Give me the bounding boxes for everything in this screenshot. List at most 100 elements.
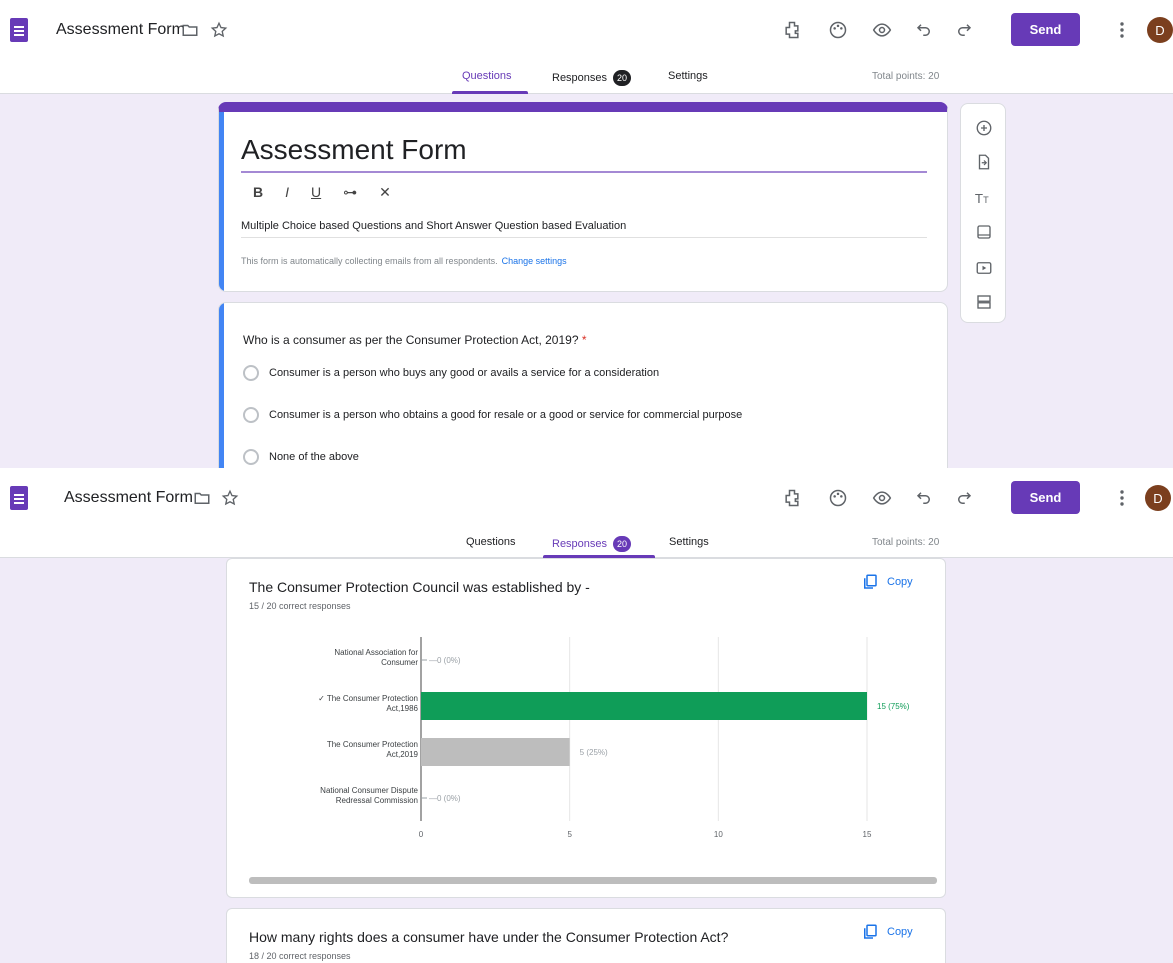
form-description[interactable]: Multiple Choice based Questions and Shor… — [241, 220, 626, 232]
account-avatar[interactable]: D — [1145, 485, 1171, 511]
add-question-icon[interactable] — [961, 114, 1007, 142]
import-questions-icon[interactable] — [961, 148, 1007, 176]
copy-label: Copy — [887, 926, 913, 938]
redo-icon[interactable] — [952, 486, 976, 510]
category-label: Consumer — [381, 658, 418, 667]
italic-button[interactable]: I — [285, 184, 289, 201]
svg-text:T: T — [975, 191, 983, 206]
data-label: 5 (25%) — [580, 748, 608, 757]
form-title[interactable]: Assessment Form — [56, 21, 185, 39]
copy-icon — [864, 924, 877, 939]
add-section-icon[interactable] — [961, 288, 1007, 316]
data-label: —0 (0%) — [429, 656, 461, 665]
option-label: Consumer is a person who buys any good o… — [269, 367, 660, 379]
forms-app-icon[interactable] — [10, 18, 28, 42]
folder-icon[interactable] — [178, 18, 202, 42]
form-header-card[interactable]: Assessment Form B I U ⊶ ✕ Multiple Choic… — [218, 102, 948, 292]
palette-icon[interactable] — [826, 18, 850, 42]
questions-view: Assessment Form Send D Questions Respons… — [0, 0, 1173, 468]
preview-eye-icon[interactable] — [870, 18, 894, 42]
description-underline — [241, 237, 927, 238]
tab-responses-label: Responses — [552, 71, 608, 84]
responses-view: Assessment Form Send D Questions Respons… — [0, 468, 1173, 963]
question-card[interactable]: Who is a consumer as per the Consumer Pr… — [218, 302, 948, 468]
question-title-text: Who is a consumer as per the Consumer Pr… — [243, 333, 579, 347]
active-tab-indicator — [452, 91, 528, 94]
underline-button[interactable]: U — [311, 184, 321, 201]
undo-icon[interactable] — [912, 486, 936, 510]
response-summary-card: The Consumer Protection Council was esta… — [226, 558, 946, 898]
total-points: Total points: 20 — [872, 71, 940, 82]
response-bar-chart: 0 5 10 15 National Association forConsumer —0… — [318, 637, 910, 839]
category-label: National Association for — [334, 648, 418, 657]
more-vert-icon[interactable] — [1110, 18, 1134, 42]
star-icon[interactable] — [218, 486, 242, 510]
option-row[interactable]: None of the above — [243, 449, 359, 465]
radio-button[interactable] — [243, 407, 259, 423]
chart-horizontal-scrollbar[interactable] — [249, 877, 937, 884]
addons-icon[interactable] — [780, 486, 804, 510]
option-label: Consumer is a person who obtains a good … — [269, 409, 743, 421]
add-image-icon[interactable] — [961, 218, 1007, 246]
svg-text:T: T — [983, 195, 989, 205]
tab-questions[interactable]: Questions — [462, 70, 512, 82]
account-avatar[interactable]: D — [1147, 17, 1173, 43]
tab-responses[interactable]: Responses 20 — [552, 70, 632, 86]
tabs-bar: Questions Responses 20 Settings Total poi… — [0, 524, 1173, 558]
add-title-text-icon[interactable]: TT — [961, 184, 1007, 212]
addons-icon[interactable] — [780, 18, 804, 42]
category-label: ✓ The Consumer Protection — [318, 694, 418, 703]
redo-icon[interactable] — [952, 18, 976, 42]
required-mark: * — [581, 333, 587, 347]
data-label: 15 (75%) — [877, 702, 910, 711]
form-title[interactable]: Assessment Form — [64, 489, 193, 507]
send-button[interactable]: Send — [1011, 13, 1080, 46]
correct-responses-count: 18 / 20 correct responses — [249, 951, 351, 961]
radio-button[interactable] — [243, 449, 259, 465]
copy-chart-button[interactable]: Copy — [861, 923, 913, 941]
question-side-toolbar: TT — [960, 103, 1006, 323]
tab-questions[interactable]: Questions — [466, 536, 516, 548]
tab-settings[interactable]: Settings — [668, 70, 708, 82]
top-bar: Assessment Form Send D — [0, 468, 1173, 524]
category-label: The Consumer Protection — [327, 740, 418, 749]
tabs-bar: Questions Responses 20 Settings Total poi… — [0, 56, 1173, 94]
link-icon[interactable]: ⊶ — [343, 184, 357, 201]
star-icon[interactable] — [207, 18, 231, 42]
category-label: National Consumer Dispute — [320, 786, 418, 795]
option-label: None of the above — [269, 451, 359, 463]
clear-format-icon[interactable]: ✕ — [379, 184, 391, 201]
data-label: —0 (0%) — [429, 794, 461, 803]
radio-button[interactable] — [243, 365, 259, 381]
send-button[interactable]: Send — [1011, 481, 1080, 514]
bold-button[interactable]: B — [253, 184, 263, 201]
x-tick-label: 0 — [419, 830, 424, 839]
category-label: Redressal Commission — [336, 796, 418, 805]
email-collection-notice: This form is automatically collecting em… — [241, 256, 567, 266]
option-row[interactable]: Consumer is a person who obtains a good … — [243, 407, 742, 423]
x-tick-label: 10 — [714, 830, 723, 839]
preview-eye-icon[interactable] — [870, 486, 894, 510]
collect-notice-text: This form is automatically collecting em… — [241, 256, 498, 266]
top-bar: Assessment Form Send D — [0, 0, 1173, 56]
title-underline — [241, 171, 927, 173]
responses-count-badge: 20 — [613, 536, 632, 552]
change-settings-link[interactable]: Change settings — [502, 256, 567, 266]
palette-icon[interactable] — [826, 486, 850, 510]
form-title-field[interactable]: Assessment Form — [241, 134, 467, 166]
question-title: Who is a consumer as per the Consumer Pr… — [243, 333, 587, 347]
option-row[interactable]: Consumer is a person who buys any good o… — [243, 365, 659, 381]
bar — [421, 692, 867, 720]
bar — [421, 738, 570, 766]
formatting-toolbar: B I U ⊶ ✕ — [253, 184, 391, 201]
category-label: Act,2019 — [386, 750, 418, 759]
x-tick-label: 15 — [863, 830, 872, 839]
folder-icon[interactable] — [190, 486, 214, 510]
forms-app-icon[interactable] — [10, 486, 28, 510]
undo-icon[interactable] — [912, 18, 936, 42]
add-video-icon[interactable] — [961, 254, 1007, 282]
more-vert-icon[interactable] — [1110, 486, 1134, 510]
tab-settings[interactable]: Settings — [669, 536, 709, 548]
response-summary-card: How many rights does a consumer have und… — [226, 908, 946, 963]
tab-responses[interactable]: Responses 20 — [552, 536, 632, 552]
